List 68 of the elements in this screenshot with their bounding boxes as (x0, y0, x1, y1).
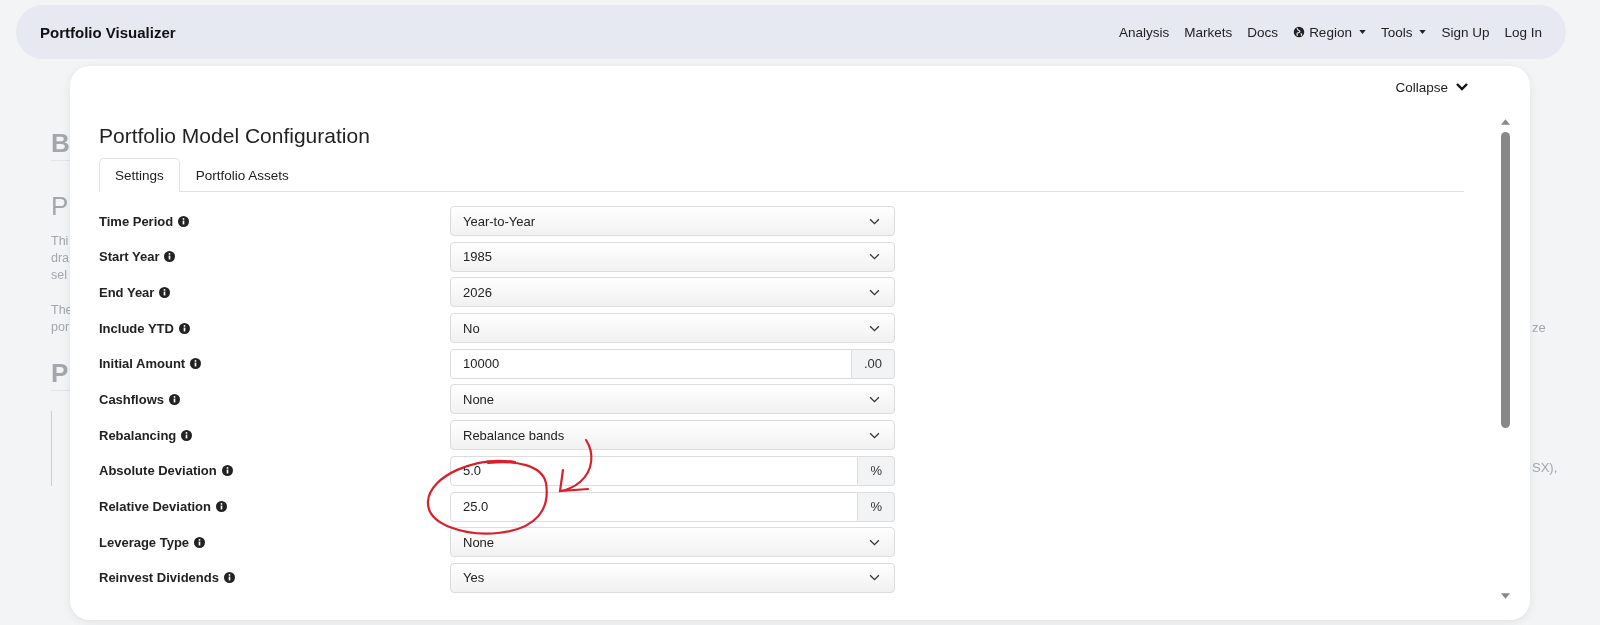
info-icon[interactable] (190, 358, 202, 370)
info-icon[interactable] (216, 501, 227, 512)
panel-title: Portfolio Model Configuration (99, 124, 371, 149)
background-text: sel (51, 267, 68, 284)
background-text: dra (51, 250, 71, 267)
field-label: Include YTD (99, 320, 174, 336)
chevron-down-icon (869, 431, 880, 439)
chevron-down-icon (869, 538, 880, 546)
background-text: P (51, 191, 70, 223)
tab[interactable]: Portfolio Assets (179, 158, 305, 192)
background-text: SX), (1532, 460, 1558, 475)
field-label: Initial Amount (99, 356, 186, 372)
nav-link[interactable]: Markets (1184, 24, 1233, 40)
collapse-button[interactable]: Collapse (1395, 78, 1468, 96)
nav-link[interactable]: Sign Up (1441, 24, 1490, 40)
nav-link[interactable]: Tools (1380, 24, 1427, 40)
info-icon[interactable] (169, 393, 180, 405)
info-icon[interactable] (159, 286, 171, 298)
globe-icon (1293, 26, 1306, 38)
info-icon[interactable] (194, 536, 206, 548)
field-label: Cashflows (99, 391, 164, 407)
dropdown-field[interactable]: Yes (450, 562, 895, 593)
info-icon[interactable] (178, 322, 190, 334)
field-label: End Year (99, 284, 155, 300)
chevron-down-icon (869, 574, 880, 582)
caret-icon (1358, 30, 1366, 34)
field-label: Time Period (99, 213, 174, 229)
dropdown-field[interactable]: No (450, 313, 895, 344)
background-text: Thi (51, 233, 70, 250)
nav-link[interactable]: Docs (1247, 24, 1279, 40)
input-field[interactable]: 25.0 (450, 491, 859, 522)
nav-link[interactable]: Log In (1504, 24, 1542, 40)
field-label: Start Year (99, 249, 160, 265)
info-icon[interactable] (164, 251, 176, 263)
field-label: Reinvest Dividends (99, 570, 219, 586)
field-label: Relative Deviation (99, 499, 211, 514)
tab[interactable]: Settings (99, 158, 180, 192)
info-icon[interactable] (178, 215, 190, 227)
input-suffix: % (858, 491, 895, 522)
chevron-down-icon (869, 288, 880, 296)
brand-logo[interactable]: Portfolio Visualizer (40, 23, 176, 41)
background-text: ze (1532, 320, 1547, 335)
nav-link[interactable]: Analysis (1119, 24, 1170, 40)
input-field[interactable]: 10000 (450, 348, 852, 379)
nav-link[interactable]: Region (1293, 24, 1366, 40)
scroll-down-icon[interactable] (1500, 593, 1510, 599)
scroll-up-icon[interactable] (1500, 119, 1510, 125)
dropdown-field[interactable]: 1985 (450, 241, 895, 272)
dropdown-field[interactable]: None (450, 527, 895, 558)
chevron-down-icon (1456, 83, 1468, 91)
field-label: Leverage Type (99, 534, 190, 550)
background-text: por (51, 319, 71, 336)
info-icon[interactable] (221, 465, 233, 477)
chevron-down-icon (869, 324, 880, 332)
dropdown-field[interactable]: None (450, 384, 895, 415)
input-suffix: .00 (851, 348, 895, 379)
info-icon[interactable] (223, 572, 235, 584)
dropdown-field[interactable]: Rebalance bands (450, 420, 895, 451)
chevron-down-icon (869, 217, 880, 225)
info-icon[interactable] (181, 429, 193, 441)
chevron-down-icon (869, 395, 880, 403)
field-label: Rebalancing (99, 427, 177, 443)
input-suffix: % (858, 455, 895, 486)
chevron-down-icon (869, 253, 880, 261)
field-label: Absolute Deviation (99, 463, 217, 479)
dropdown-field[interactable]: Year-to-Year (450, 206, 895, 236)
caret-icon (1419, 30, 1427, 34)
dropdown-field[interactable]: 2026 (450, 277, 895, 308)
